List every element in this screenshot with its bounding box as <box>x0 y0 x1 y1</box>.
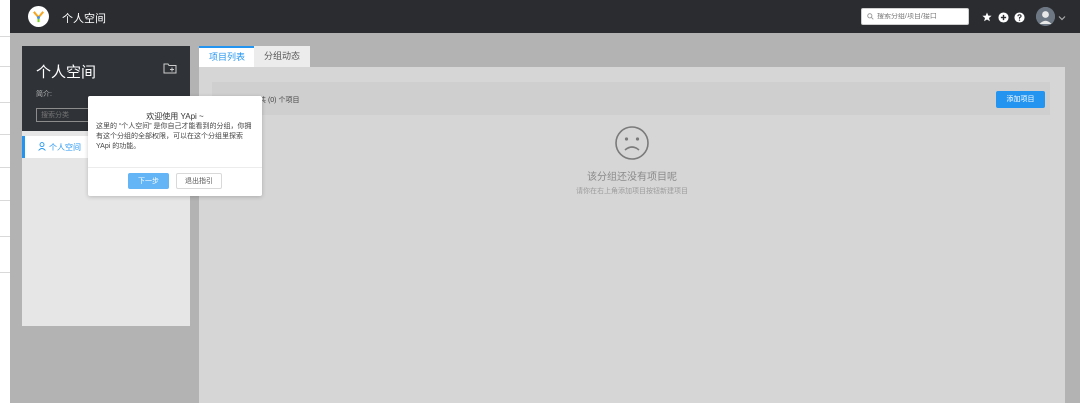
exit-guide-button[interactable]: 退出指引 <box>176 173 222 189</box>
group-intro-label: 简介: <box>36 91 52 98</box>
empty-state-subtitle: 请你在右上角添加项目按钮新建项目 <box>576 188 688 195</box>
top-header: 个人空间 <box>10 0 1080 33</box>
user-avatar-icon <box>1036 7 1055 26</box>
chevron-down-icon[interactable] <box>1056 12 1068 24</box>
add-circle-icon[interactable] <box>997 11 1009 23</box>
guide-popover: 欢迎使用 YApi ~ 这里的 “个人空间” 是你自己才能看到的分组，你拥有这个… <box>88 96 262 196</box>
sidebar-item-label: 个人空间 <box>49 143 81 152</box>
divider <box>0 134 10 135</box>
help-icon[interactable] <box>1013 11 1025 23</box>
guide-title: 欢迎使用 YApi ~ <box>146 112 204 121</box>
group-title: 个人空间 <box>36 64 97 81</box>
guide-text: 这里的 “个人空间” 是你自己才能看到的分组，你拥有这个分组的全部权限，可以在这… <box>96 123 252 150</box>
project-count: 共 (0) 个项目 <box>259 97 300 104</box>
divider <box>0 167 10 168</box>
star-icon[interactable] <box>981 11 993 23</box>
divider <box>0 102 10 103</box>
search-icon <box>867 13 874 20</box>
header-search[interactable] <box>861 8 969 25</box>
tab-project-list[interactable]: 项目列表 <box>199 46 256 67</box>
add-project-button[interactable]: 添加项目 <box>996 91 1045 108</box>
search-input[interactable] <box>874 13 965 20</box>
project-content-panel <box>199 67 1065 403</box>
breadcrumb[interactable]: 个人空间 <box>62 10 106 26</box>
divider <box>0 36 10 37</box>
divider <box>0 236 10 237</box>
divider <box>0 66 10 67</box>
tab-group-activity[interactable]: 分组动态 <box>254 46 311 67</box>
category-search-input[interactable] <box>36 108 96 122</box>
yapi-logo-icon[interactable] <box>28 6 49 27</box>
empty-state-title: 该分组还没有项目呢 <box>587 172 677 183</box>
sad-face-icon <box>614 125 650 164</box>
next-step-button[interactable]: 下一步 <box>128 173 169 189</box>
divider <box>88 167 262 168</box>
avatar[interactable] <box>1036 7 1055 26</box>
project-list-header <box>212 82 1050 115</box>
user-icon <box>38 142 46 151</box>
divider <box>0 272 10 273</box>
add-folder-icon[interactable] <box>163 62 177 77</box>
divider <box>0 200 10 201</box>
